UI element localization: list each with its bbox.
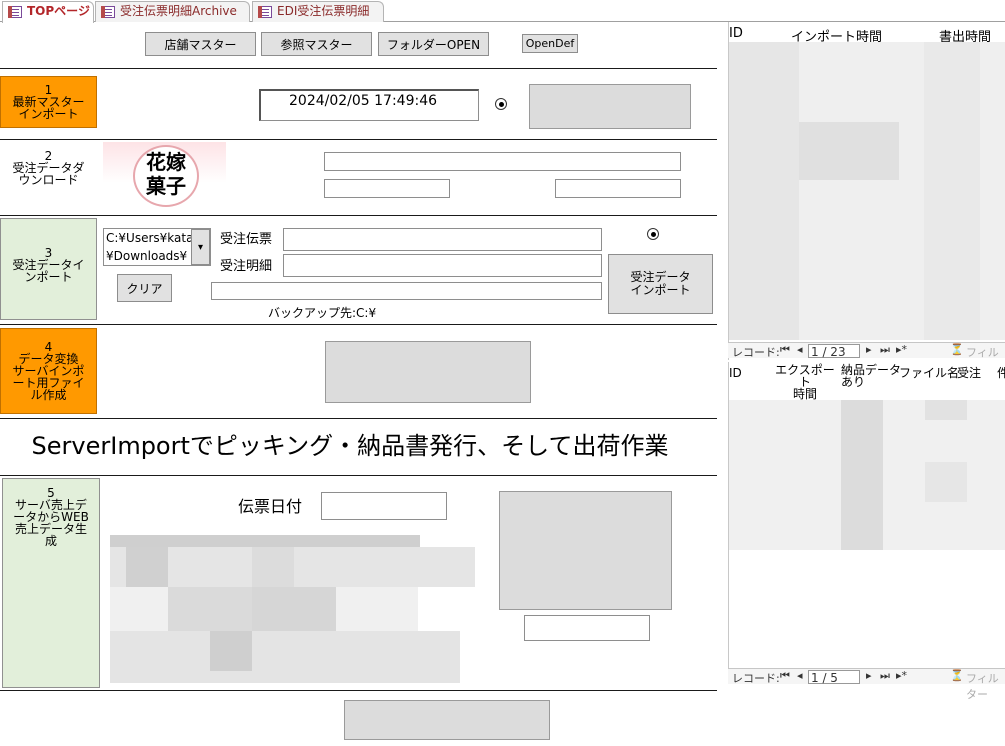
- download-field-right[interactable]: [555, 179, 681, 198]
- step5-field[interactable]: [524, 615, 650, 641]
- new-record-icon[interactable]: ▸*: [896, 343, 907, 356]
- logo: 花嫁 菓子: [146, 150, 186, 198]
- step4-convert-button[interactable]: 4 データ変換 サーバインポ ート用ファイ ル作成: [0, 328, 97, 414]
- form-icon: [8, 6, 22, 18]
- order-import-button[interactable]: 受注データ インポート: [608, 254, 713, 314]
- filter-label: フィルター: [966, 672, 999, 701]
- sales-subform: [110, 535, 475, 683]
- tab-edi-order[interactable]: EDI受注伝票明細: [252, 1, 384, 22]
- download-url-field[interactable]: [324, 152, 681, 171]
- record-nav-top: レコード: ⏮ ◂ 1 / 23 ▸ ⏭ ▸* ⏳ フィルター: [728, 342, 1005, 375]
- ref-master-button[interactable]: 参照マスター: [261, 32, 372, 56]
- backup-path-field[interactable]: [211, 282, 602, 300]
- filter-icon[interactable]: ⏳: [950, 343, 964, 356]
- order-slip-field[interactable]: [283, 228, 602, 251]
- record-position[interactable]: 1 / 23: [808, 344, 860, 359]
- step5-web-sales-button[interactable]: 5 サーバ売上デ ータからWEB 売上データ生 成: [2, 478, 100, 688]
- backup-label: バックアップ先:C:¥: [268, 306, 377, 320]
- divider: [0, 418, 717, 419]
- workflow-banner: ServerImportでピッキング・納品書発行、そして出荷作業: [31, 432, 669, 460]
- radio-indicator[interactable]: [495, 98, 507, 110]
- order-slip-label: 受注伝票: [220, 232, 273, 247]
- record-nav-bottom: レコード: ⏮ ◂ 1 / 5 ▸ ⏭ ▸* ⏳ フィルター: [728, 668, 1005, 701]
- column-header: エクスポート 時間: [775, 363, 835, 401]
- tab-label: 受注伝票明細Archive: [120, 4, 237, 18]
- divider: [0, 68, 717, 69]
- divider: [0, 690, 717, 691]
- step5-action-button[interactable]: [499, 491, 672, 610]
- last-record-icon[interactable]: ⏭: [880, 343, 890, 357]
- step2-download-label: 2 受注データダ ウンロード: [12, 149, 85, 187]
- order-detail-field[interactable]: [283, 254, 602, 277]
- clear-button[interactable]: クリア: [117, 274, 172, 302]
- divider: [0, 215, 717, 216]
- divider: [0, 475, 717, 476]
- column-header: ID: [729, 26, 743, 41]
- chevron-down-icon[interactable]: ▾: [191, 229, 210, 265]
- divider: [0, 324, 717, 325]
- bottom-action-button[interactable]: [344, 700, 550, 740]
- first-record-icon[interactable]: ⏮: [780, 669, 790, 683]
- import-history-subform: ID インポート時間 書出時間: [728, 22, 1005, 360]
- slip-date-field[interactable]: [321, 492, 447, 520]
- next-record-icon[interactable]: ▸: [866, 343, 872, 356]
- step1-master-import-button[interactable]: 1 最新マスター インポート: [0, 76, 97, 128]
- order-detail-label: 受注明細: [220, 259, 273, 274]
- open-def-button[interactable]: OpenDef: [522, 34, 578, 53]
- prev-record-icon[interactable]: ◂: [797, 669, 803, 682]
- step3-import-button[interactable]: 3 受注データイ ンポート: [0, 218, 97, 320]
- tab-label: TOPページ: [27, 4, 90, 18]
- first-record-icon[interactable]: ⏮: [780, 343, 790, 357]
- tab-order-archive[interactable]: 受注伝票明細Archive: [95, 1, 250, 22]
- column-header: ファイル名: [899, 366, 960, 380]
- radio-indicator[interactable]: [647, 228, 659, 240]
- last-record-icon[interactable]: ⏭: [880, 669, 890, 683]
- slip-date-label: 伝票日付: [238, 497, 303, 516]
- column-header: 件: [997, 366, 1005, 380]
- divider: [0, 139, 717, 140]
- form-icon: [258, 6, 272, 18]
- logo-area: 花嫁 菓子: [103, 142, 226, 210]
- filter-icon[interactable]: ⏳: [950, 669, 964, 682]
- timestamp-field[interactable]: 2024/02/05 17:49:46: [259, 89, 479, 121]
- step4-action-button[interactable]: [325, 341, 531, 403]
- tab-label: EDI受注伝票明細: [277, 4, 370, 18]
- folder-open-button[interactable]: フォルダーOPEN: [378, 32, 489, 56]
- export-history-subform: ID エクスポート 時間 納品データ あり ファイル名 受注 件: [728, 362, 1005, 668]
- download-field-left[interactable]: [324, 179, 450, 198]
- record-position[interactable]: 1 / 5: [808, 670, 860, 685]
- column-header: 受注: [957, 366, 982, 380]
- store-master-button[interactable]: 店舗マスター: [145, 32, 256, 56]
- prev-record-icon[interactable]: ◂: [797, 343, 803, 356]
- record-label: レコード:: [732, 346, 780, 359]
- next-record-icon[interactable]: ▸: [866, 669, 872, 682]
- new-record-icon[interactable]: ▸*: [896, 669, 907, 682]
- record-label: レコード:: [732, 672, 780, 685]
- step1-action-button[interactable]: [529, 84, 691, 129]
- tab-top-page[interactable]: TOPページ: [2, 1, 94, 23]
- column-header: ID: [729, 366, 742, 380]
- form-icon: [101, 6, 115, 18]
